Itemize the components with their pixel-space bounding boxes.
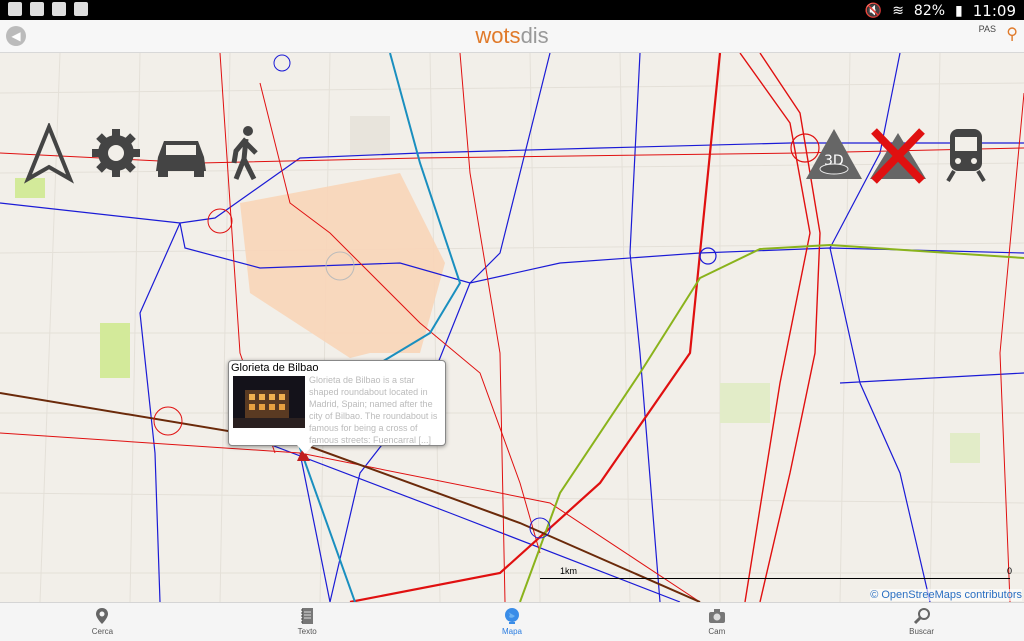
notebook-icon: [301, 608, 314, 624]
roundabout: [207, 208, 233, 234]
navigation-arrow-icon[interactable]: [22, 123, 86, 187]
battery-icon: ▮: [955, 3, 963, 19]
no-mountain-icon[interactable]: [866, 123, 930, 187]
image-notification-icon: [8, 2, 22, 16]
place-info-popup[interactable]: Glorieta de Bilbao Glorieta de Bilbao is…: [228, 360, 446, 454]
mute-icon: 🔇: [864, 3, 883, 19]
tab-texto[interactable]: Texto: [205, 603, 410, 641]
tab-cerca[interactable]: Cerca: [0, 603, 205, 641]
tab-label: Mapa: [501, 627, 522, 636]
bottom-navigation: Cerca Texto Mapa Cam Buscar: [0, 602, 1024, 641]
save-notification-icon: [30, 2, 44, 16]
camera-icon: [708, 609, 725, 623]
tab-label: Cerca: [91, 627, 114, 636]
park-area: [950, 433, 980, 463]
popup-tail: [297, 445, 313, 454]
wifi-icon: ≋: [892, 3, 904, 19]
blocked-notification-icon: [52, 2, 66, 16]
place-thumbnail: [233, 376, 305, 428]
map-attribution[interactable]: © OpenStreeMaps contributors: [870, 589, 1022, 601]
scale-zero: 0: [1006, 566, 1012, 576]
walk-icon[interactable]: [222, 123, 286, 187]
settings-gear-icon[interactable]: [88, 123, 152, 187]
app-bar: ◀ wotsdis PAS ⚲: [0, 20, 1024, 53]
search-icon: [913, 608, 930, 625]
clock: 11:09: [972, 2, 1016, 20]
park-area: [720, 383, 770, 423]
location-marker-icon[interactable]: ⚲: [1006, 24, 1018, 44]
network-label: PAS: [978, 24, 996, 34]
scale-label: 1km: [560, 566, 578, 576]
tab-buscar[interactable]: Buscar: [819, 603, 1024, 641]
tab-label: Cam: [708, 627, 726, 636]
map-scale: 1km 0: [540, 566, 1020, 580]
app-title-main: wots: [475, 23, 521, 48]
popup-description: Glorieta de Bilbao is a star shaped roun…: [309, 375, 438, 445]
tab-label: Buscar: [909, 627, 935, 636]
status-bar: 🔇 ≋ 82% ▮ 11:09: [0, 0, 1024, 20]
photo-notification-icon: [74, 2, 88, 16]
battery-percent: 82%: [913, 3, 946, 19]
app-title: wotsdis: [0, 23, 1024, 49]
map-view[interactable]: 3D: [0, 53, 1024, 602]
tab-cam[interactable]: Cam: [614, 603, 819, 641]
roundabout: [699, 247, 717, 265]
3d-view-icon[interactable]: 3D: [802, 123, 866, 187]
popup-title: Glorieta de Bilbao: [231, 362, 319, 374]
train-icon[interactable]: [940, 123, 1004, 187]
scale-bar: [540, 578, 1010, 579]
car-icon[interactable]: [152, 123, 216, 187]
block-area: [350, 116, 390, 156]
tab-mapa[interactable]: Mapa: [410, 603, 615, 641]
globe-icon: [504, 608, 519, 624]
notification-icons: [8, 2, 88, 16]
app-title-accent: dis: [520, 23, 549, 48]
park-area: [100, 323, 130, 378]
tab-label: Texto: [297, 627, 317, 636]
roundabout: [273, 54, 291, 72]
location-pin-icon: [96, 608, 109, 624]
